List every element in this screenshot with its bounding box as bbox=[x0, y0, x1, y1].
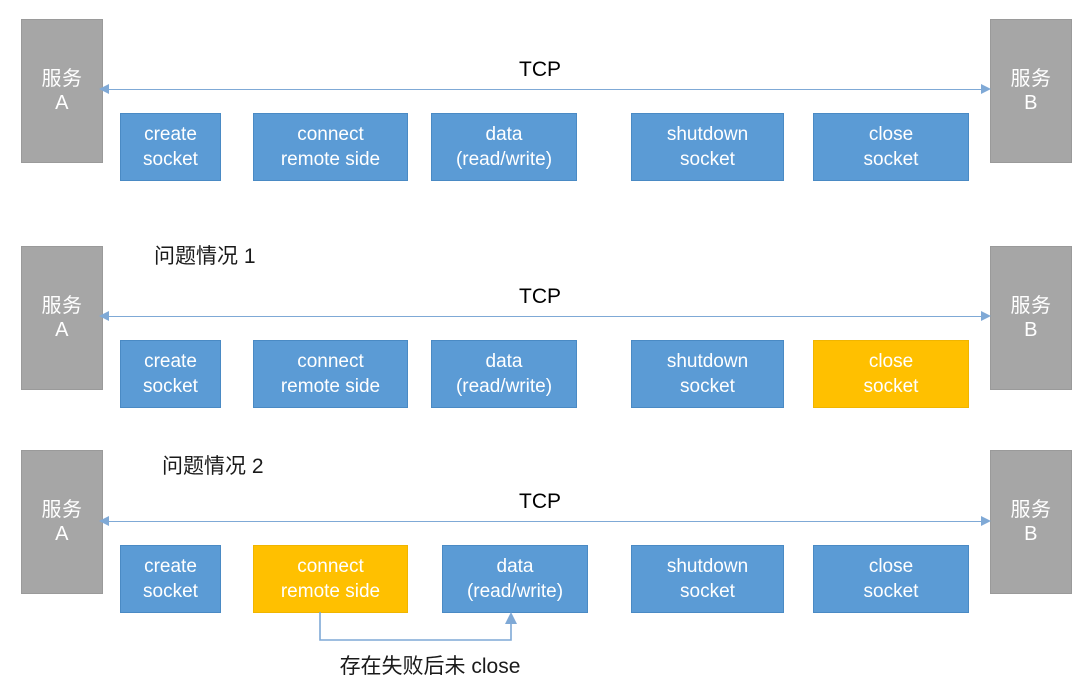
step-close-socket-row1-line2: socket bbox=[863, 149, 919, 170]
step-create-socket-row2-line1: create bbox=[144, 350, 197, 372]
service-b-row1-line1: 服务 bbox=[1010, 67, 1052, 90]
failure-connector-arrow bbox=[319, 612, 517, 641]
step-create-socket-row1-line1: create bbox=[144, 123, 197, 145]
step-data-readwrite-row2-line2: (read/write) bbox=[455, 376, 553, 397]
service-a-row3-line2: A bbox=[55, 523, 69, 545]
tcp-arrow-left-row2 bbox=[99, 311, 109, 321]
tcp-arrow-left-row3 bbox=[99, 516, 109, 526]
step-close-socket-row2-highlighted[interactable]: close socket bbox=[813, 340, 969, 408]
step-shutdown-socket-row2-line1: shutdown bbox=[666, 350, 749, 372]
step-connect-remote-side-row1[interactable]: connect remote side bbox=[253, 113, 408, 181]
step-connect-remote-side-row2-line2: remote side bbox=[280, 376, 381, 397]
step-create-socket-row2[interactable]: create socket bbox=[120, 340, 221, 408]
service-b-row2-line2: B bbox=[1024, 319, 1038, 341]
tcp-line-row2 bbox=[108, 316, 982, 317]
step-close-socket-row2-line1: close bbox=[868, 350, 914, 372]
service-a-row1-line2: A bbox=[55, 92, 69, 114]
step-connect-remote-side-row1-line2: remote side bbox=[280, 149, 381, 170]
step-close-socket-row1[interactable]: close socket bbox=[813, 113, 969, 181]
tcp-label-row2: TCP bbox=[519, 285, 561, 308]
service-a-row2: 服务 A bbox=[21, 246, 103, 390]
service-a-row3-line1: 服务 bbox=[41, 498, 83, 521]
step-connect-remote-side-row1-line1: connect bbox=[297, 123, 364, 145]
step-create-socket-row2-line2: socket bbox=[143, 376, 198, 397]
step-shutdown-socket-row1-line2: socket bbox=[680, 149, 735, 170]
tcp-arrow-right-row2 bbox=[981, 311, 991, 321]
step-close-socket-row1-line1: close bbox=[868, 123, 914, 145]
failure-annotation-label: 存在失败后未 close bbox=[339, 655, 521, 678]
step-connect-remote-side-row3-line1: connect bbox=[297, 555, 364, 577]
step-create-socket-row3[interactable]: create socket bbox=[120, 545, 221, 613]
service-b-row1-line2: B bbox=[1024, 92, 1038, 114]
step-data-readwrite-row3-line2: (read/write) bbox=[466, 581, 564, 602]
step-data-readwrite-row2-line1: data bbox=[485, 350, 523, 372]
step-connect-remote-side-row2[interactable]: connect remote side bbox=[253, 340, 408, 408]
service-a-row1: 服务 A bbox=[21, 19, 103, 163]
step-data-readwrite-row1-line2: (read/write) bbox=[455, 149, 553, 170]
tcp-arrow-right-row3 bbox=[981, 516, 991, 526]
caption-row3: 问题情况 2 bbox=[162, 455, 264, 478]
step-data-readwrite-row1[interactable]: data (read/write) bbox=[431, 113, 577, 181]
tcp-arrow-left-row1 bbox=[99, 84, 109, 94]
step-shutdown-socket-row3-line2: socket bbox=[680, 581, 735, 602]
tcp-arrow-right-row1 bbox=[981, 84, 991, 94]
step-shutdown-socket-row1-line1: shutdown bbox=[666, 123, 749, 145]
service-a-row2-line2: A bbox=[55, 319, 69, 341]
step-data-readwrite-row3[interactable]: data (read/write) bbox=[442, 545, 588, 613]
step-create-socket-row3-line1: create bbox=[144, 555, 197, 577]
step-close-socket-row2-line2: socket bbox=[863, 376, 919, 397]
service-b-row3: 服务 B bbox=[990, 450, 1072, 594]
step-data-readwrite-row1-line1: data bbox=[485, 123, 523, 145]
service-a-row3: 服务 A bbox=[21, 450, 103, 594]
tcp-line-row3 bbox=[108, 521, 982, 522]
service-b-row2: 服务 B bbox=[990, 246, 1072, 390]
service-b-row2-line1: 服务 bbox=[1010, 294, 1052, 317]
step-close-socket-row3[interactable]: close socket bbox=[813, 545, 969, 613]
tcp-line-row1 bbox=[108, 89, 982, 90]
step-shutdown-socket-row2-line2: socket bbox=[680, 376, 735, 397]
service-a-row1-line1: 服务 bbox=[41, 67, 83, 90]
step-shutdown-socket-row3[interactable]: shutdown socket bbox=[631, 545, 784, 613]
service-a-row2-line1: 服务 bbox=[41, 294, 83, 317]
step-close-socket-row3-line2: socket bbox=[863, 581, 919, 602]
step-create-socket-row3-line2: socket bbox=[143, 581, 198, 602]
step-connect-remote-side-row3-line2: remote side bbox=[280, 581, 381, 602]
step-connect-remote-side-row3-highlighted[interactable]: connect remote side bbox=[253, 545, 408, 613]
service-b-row3-line1: 服务 bbox=[1010, 498, 1052, 521]
service-b-row3-line2: B bbox=[1024, 523, 1038, 545]
tcp-label-row3: TCP bbox=[519, 490, 561, 513]
step-data-readwrite-row2[interactable]: data (read/write) bbox=[431, 340, 577, 408]
step-create-socket-row1[interactable]: create socket bbox=[120, 113, 221, 181]
step-close-socket-row3-line1: close bbox=[868, 555, 914, 577]
service-b-row1: 服务 B bbox=[990, 19, 1072, 163]
step-create-socket-row1-line2: socket bbox=[143, 149, 198, 170]
tcp-label-row1: TCP bbox=[519, 58, 561, 81]
step-shutdown-socket-row1[interactable]: shutdown socket bbox=[631, 113, 784, 181]
step-data-readwrite-row3-line1: data bbox=[496, 555, 534, 577]
step-connect-remote-side-row2-line1: connect bbox=[297, 350, 364, 372]
step-shutdown-socket-row3-line1: shutdown bbox=[666, 555, 749, 577]
caption-row2: 问题情况 1 bbox=[154, 245, 256, 268]
diagram-canvas: 服务 A 服务 B TCP create socket connect remo… bbox=[0, 0, 1080, 682]
step-shutdown-socket-row2[interactable]: shutdown socket bbox=[631, 340, 784, 408]
